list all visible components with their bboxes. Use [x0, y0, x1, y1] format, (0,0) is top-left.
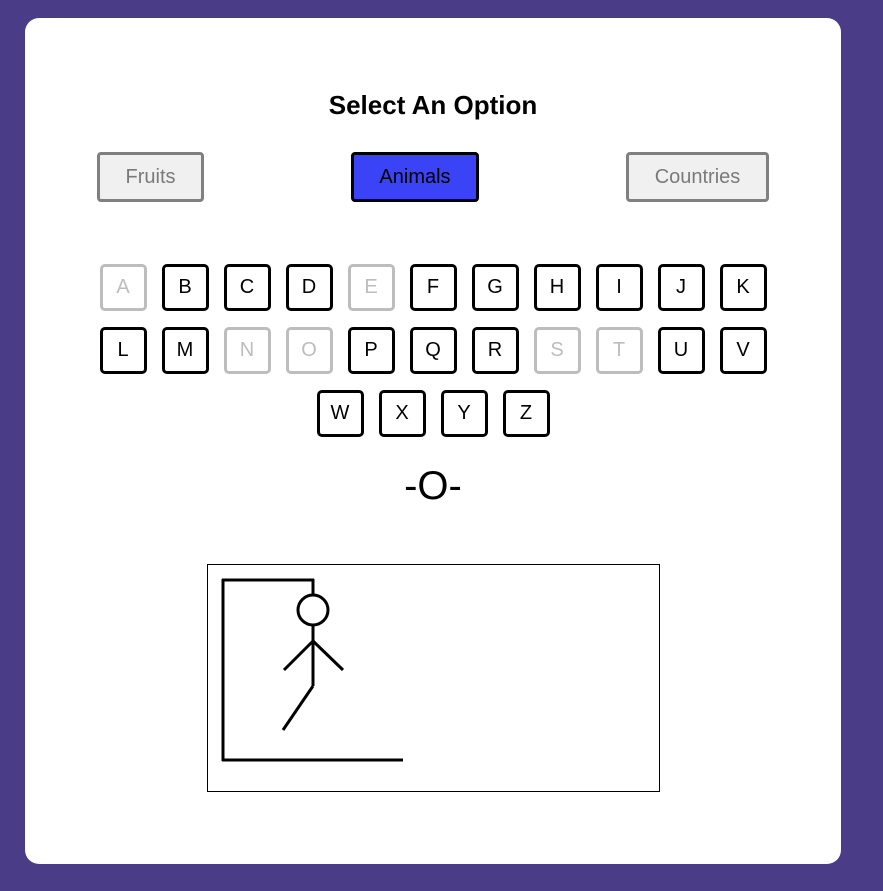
- page-title: Select An Option: [328, 90, 538, 120]
- option-fruits-button[interactable]: Fruits: [97, 152, 204, 202]
- game-card: Select An Option Fruits Animals Countrie…: [25, 18, 841, 864]
- letter-keyboard: A B C D E F G H I J K L M N O P Q R S T …: [97, 264, 769, 437]
- letter-button-o[interactable]: O: [285, 327, 333, 374]
- letter-button-v[interactable]: V: [719, 327, 767, 374]
- hangman-drawing: [221, 578, 403, 762]
- option-animals-button[interactable]: Animals: [351, 152, 479, 202]
- letter-button-t[interactable]: T: [595, 327, 643, 374]
- letter-button-d[interactable]: D: [285, 264, 333, 311]
- letter-button-a[interactable]: A: [99, 264, 147, 311]
- hangman-head: [296, 593, 330, 627]
- letter-button-e[interactable]: E: [347, 264, 395, 311]
- letter-button-z[interactable]: Z: [502, 390, 550, 437]
- letter-button-u[interactable]: U: [657, 327, 705, 374]
- letter-button-b[interactable]: B: [161, 264, 209, 311]
- hangman-left-leg: [281, 685, 315, 731]
- letter-button-y[interactable]: Y: [440, 390, 488, 437]
- letter-button-k[interactable]: K: [719, 264, 767, 311]
- word-display: -O-: [404, 464, 462, 508]
- hangman-right-arm: [311, 639, 345, 672]
- letter-button-q[interactable]: Q: [409, 327, 457, 374]
- letter-button-h[interactable]: H: [533, 264, 581, 311]
- letter-button-j[interactable]: J: [657, 264, 705, 311]
- letter-button-m[interactable]: M: [161, 327, 209, 374]
- letter-button-l[interactable]: L: [99, 327, 147, 374]
- letter-button-w[interactable]: W: [316, 390, 364, 437]
- letter-button-g[interactable]: G: [471, 264, 519, 311]
- letter-button-x[interactable]: X: [378, 390, 426, 437]
- hangman-canvas: [207, 564, 660, 792]
- hangman-left-arm: [282, 639, 315, 672]
- letter-button-p[interactable]: P: [347, 327, 395, 374]
- letter-button-n[interactable]: N: [223, 327, 271, 374]
- letter-button-s[interactable]: S: [533, 327, 581, 374]
- letter-button-i[interactable]: I: [595, 264, 643, 311]
- letter-button-f[interactable]: F: [409, 264, 457, 311]
- letter-button-r[interactable]: R: [471, 327, 519, 374]
- option-countries-button[interactable]: Countries: [626, 152, 769, 202]
- letter-button-c[interactable]: C: [223, 264, 271, 311]
